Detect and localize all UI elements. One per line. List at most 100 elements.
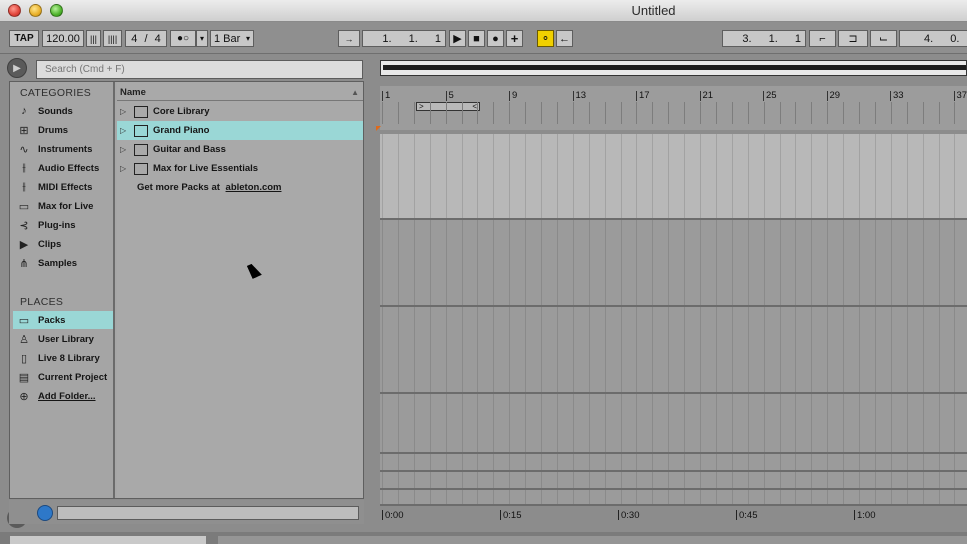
search-input[interactable] — [36, 60, 363, 79]
loop-switch-button[interactable]: ⊐ — [838, 30, 868, 47]
track-lane[interactable] — [380, 307, 967, 394]
metronome-button[interactable]: ●○ — [170, 30, 196, 47]
sidebar-item-instruments[interactable]: ∿ Instruments — [13, 140, 113, 158]
grid-line — [731, 490, 733, 504]
beat-time-ruler[interactable]: 1 5 9 13 17 21 25 29 33 37 > < — [380, 86, 967, 130]
expand-triangle-icon[interactable]: ▷ — [120, 107, 130, 116]
time-signature-field[interactable]: 4 / 4 — [125, 30, 167, 47]
play-button[interactable]: ▶ — [449, 30, 466, 47]
sidebar-item-current-project[interactable]: ▤ Current Project — [13, 368, 113, 386]
sidebar-item-plug-ins[interactable]: ⊰ Plug-ins — [13, 216, 113, 234]
grid-line — [827, 134, 829, 218]
master-track-lane[interactable] — [380, 490, 967, 506]
time-ruler[interactable]: 0:00 0:15 0:30 0:45 1:00 — [380, 508, 967, 524]
expand-triangle-icon[interactable]: ▷ — [120, 126, 130, 135]
track-lane[interactable] — [380, 220, 967, 307]
tempo-field[interactable]: 120.00 — [42, 30, 84, 47]
browser-toggle-icon[interactable]: ▶ — [7, 58, 27, 78]
grid-line — [715, 490, 717, 504]
grid-line — [890, 102, 892, 124]
grid-line — [572, 307, 574, 392]
record-button[interactable]: ● — [487, 30, 504, 47]
list-item[interactable]: ▷ Core Library — [117, 102, 363, 121]
sidebar-item-sounds[interactable]: ♪ Sounds — [13, 102, 113, 120]
grid-line — [445, 307, 447, 392]
list-item[interactable]: ▷ Guitar and Bass — [117, 140, 363, 159]
arrangement-position-field[interactable]: 1. 1. 1 — [362, 30, 446, 47]
punch-in-button[interactable]: ⌐ — [809, 30, 836, 47]
grid-line — [779, 472, 781, 488]
grid-line — [541, 454, 542, 470]
grid-line — [795, 490, 797, 504]
nudge-up-button[interactable]: |||| — [103, 30, 122, 47]
arrangement-view: 1 5 9 13 17 21 25 29 33 37 > < 0:00 0:15 0:30 0:45 1:… — [376, 58, 967, 524]
metronome-menu-button[interactable]: ▾ — [196, 30, 208, 47]
follow-button[interactable]: → — [338, 30, 360, 47]
grid-line — [668, 307, 670, 392]
grid-line — [811, 102, 813, 124]
sidebar-item-max-for-live[interactable]: ▭ Max for Live — [13, 197, 113, 215]
grid-line — [906, 454, 908, 470]
grid-line — [604, 102, 606, 124]
grid-line — [588, 307, 590, 392]
sidebar-item-add-folder[interactable]: ⊕ Add Folder... — [13, 387, 113, 405]
back-to-arrangement-button[interactable]: ← — [556, 30, 573, 47]
loop-length-field[interactable]: 4. 0. — [899, 30, 967, 47]
loop-start-field[interactable]: 3. 1. 1 — [722, 30, 806, 47]
sidebar-item-clips[interactable]: ▶ Clips — [13, 235, 113, 253]
grid-line — [954, 394, 956, 452]
bar-number-label: 13 — [575, 90, 587, 101]
grid-line — [843, 490, 845, 504]
grid-line — [715, 307, 717, 392]
grid-line — [731, 220, 733, 305]
stop-button[interactable]: ■ — [468, 30, 485, 47]
sidebar-item-midi-effects[interactable]: ⫲ MIDI Effects — [13, 178, 113, 196]
grid-line — [763, 307, 765, 392]
ableton-link[interactable]: ableton.com — [226, 182, 282, 193]
track-lane[interactable] — [380, 134, 967, 220]
expand-triangle-icon[interactable]: ▷ — [120, 145, 130, 154]
sidebar-item-drums[interactable]: ⊞ Drums — [13, 121, 113, 139]
sort-ascending-icon[interactable]: ▲ — [351, 88, 359, 97]
list-item[interactable]: ▷ Grand Piano — [117, 121, 363, 140]
grid-line — [859, 454, 860, 470]
automation-arm-button[interactable]: ⚬ — [537, 30, 554, 47]
return-track-lane[interactable] — [380, 472, 967, 490]
bar-tick — [636, 91, 637, 101]
sidebar-item-label: Audio Effects — [38, 162, 100, 174]
grid-line — [509, 454, 511, 470]
return-track-lane[interactable] — [380, 454, 967, 472]
preview-headphone-icon[interactable] — [37, 505, 53, 521]
grid-line — [477, 220, 479, 305]
start-marker-icon[interactable] — [376, 126, 381, 131]
grid-line — [509, 134, 511, 218]
quantization-select[interactable]: 1 Bar ▾ — [210, 30, 254, 47]
track-lane[interactable] — [380, 394, 967, 454]
grid-line — [413, 454, 415, 470]
name-column-header[interactable]: Name ▲ — [117, 82, 363, 101]
nudge-down-button[interactable]: ||| — [86, 30, 101, 47]
list-item[interactable]: ▷ Max for Live Essentials — [117, 159, 363, 178]
overdub-button[interactable]: + — [506, 30, 523, 47]
grid-line — [890, 134, 892, 218]
track-area[interactable] — [380, 134, 967, 506]
sidebar-item-user-library[interactable]: ♙ User Library — [13, 330, 113, 348]
tap-tempo-button[interactable]: TAP — [9, 30, 39, 47]
grid-line — [954, 134, 956, 218]
grid-line — [572, 454, 574, 470]
sidebar-item-audio-effects[interactable]: ⫲ Audio Effects — [13, 159, 113, 177]
sidebar-item-live-8-library[interactable]: ▯ Live 8 Library — [13, 349, 113, 367]
loop-brace[interactable]: > < — [416, 102, 480, 111]
sidebar-item-samples[interactable]: ⋔ Samples — [13, 254, 113, 272]
grid-line — [429, 394, 431, 452]
grid-line — [445, 102, 447, 124]
expand-triangle-icon[interactable]: ▷ — [120, 164, 130, 173]
sidebar-item-packs[interactable]: ▭ Packs — [13, 311, 113, 329]
grid-line — [620, 394, 622, 452]
grid-line — [541, 307, 542, 392]
punch-out-button[interactable]: ⌙ — [870, 30, 897, 47]
grid-line — [795, 454, 797, 470]
preview-waveform[interactable] — [57, 506, 359, 520]
detail-view — [218, 536, 967, 544]
arrangement-overview[interactable] — [380, 60, 967, 76]
